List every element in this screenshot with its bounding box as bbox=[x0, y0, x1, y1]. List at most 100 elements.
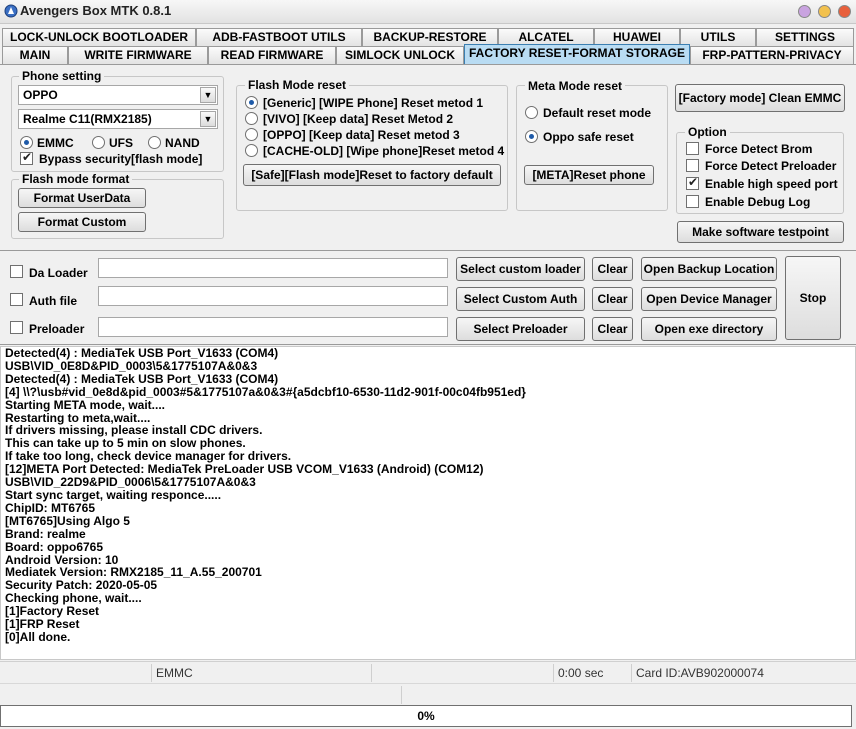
title-bar: Avengers Box MTK 0.8.1 bbox=[0, 0, 856, 24]
log-line: [1]Factory Reset bbox=[5, 604, 100, 619]
format-userdata-button[interactable]: Format UserData bbox=[18, 188, 146, 208]
nand-radio[interactable] bbox=[148, 136, 161, 149]
select-preloader-button[interactable]: Select Preloader bbox=[456, 317, 585, 341]
enable-high-speed-port-checkbox[interactable] bbox=[686, 175, 699, 190]
tab-write-firmware[interactable]: WRITE FIRMWARE bbox=[68, 46, 208, 64]
open-device-manager-button[interactable]: Open Device Manager bbox=[641, 287, 777, 311]
model-value: Realme C11(RMX2185) bbox=[23, 112, 152, 126]
emmc-radio[interactable] bbox=[20, 136, 33, 149]
force-detect-brom-checkbox[interactable] bbox=[686, 142, 699, 155]
log-line: [MT6765]Using Algo 5 bbox=[5, 513, 130, 528]
ufs-label: UFS bbox=[109, 136, 133, 150]
oppo-safe-reset-radio[interactable] bbox=[525, 130, 538, 143]
stop-button[interactable]: Stop bbox=[785, 256, 841, 340]
progress-label: 0% bbox=[417, 709, 435, 723]
chevron-down-icon: ▼ bbox=[200, 111, 216, 127]
enable-high-speed-port-label: Enable high speed port bbox=[705, 177, 838, 191]
select-custom-auth-button[interactable]: Select Custom Auth bbox=[456, 287, 585, 311]
tab-row-bottom: MAIN WRITE FIRMWARE READ FIRMWARE SIMLOC… bbox=[0, 44, 856, 64]
tab-utils[interactable]: UTILS bbox=[680, 28, 756, 46]
status-card-id: Card ID:AVB902000074 bbox=[636, 666, 764, 680]
open-backup-location-button[interactable]: Open Backup Location bbox=[641, 257, 777, 281]
log-line: Starting META mode, wait.... bbox=[5, 397, 166, 412]
minimize-icon[interactable] bbox=[798, 5, 811, 18]
model-select[interactable]: Realme C11(RMX2185) ▼ bbox=[18, 109, 218, 129]
status-time: 0:00 sec bbox=[554, 664, 632, 682]
log-line: Start sync target, waiting responce..... bbox=[5, 487, 222, 502]
reset-method-1-radio[interactable] bbox=[245, 96, 258, 109]
meta-mode-reset-title: Meta Mode reset bbox=[525, 79, 626, 93]
preloader-label: Preloader bbox=[29, 322, 85, 336]
reset-method-4-radio[interactable] bbox=[245, 144, 258, 157]
tab-simlock-unlock[interactable]: SIMLOCK UNLOCK bbox=[336, 46, 464, 64]
da-loader-label: Da Loader bbox=[29, 266, 88, 280]
status-bar: EMMC 0:00 sec Card ID:AVB902000074 bbox=[0, 661, 856, 683]
clear-auth-file-button[interactable]: Clear bbox=[592, 287, 633, 311]
status-storage: EMMC bbox=[152, 664, 372, 682]
log-line: [0]All done. bbox=[5, 629, 71, 644]
da-loader-checkbox[interactable] bbox=[10, 265, 23, 278]
select-custom-loader-button[interactable]: Select custom loader bbox=[456, 257, 585, 281]
reset-method-2-radio[interactable] bbox=[245, 112, 258, 125]
bypass-security-label: Bypass security[flash mode] bbox=[39, 152, 203, 166]
status-cell-empty bbox=[0, 686, 402, 704]
tab-factory-reset-format-storage[interactable]: FACTORY RESET-FORMAT STORAGE bbox=[464, 44, 690, 64]
bypass-security-checkbox[interactable] bbox=[20, 150, 33, 165]
app-icon bbox=[4, 4, 18, 18]
window-title: Avengers Box MTK 0.8.1 bbox=[20, 3, 172, 18]
nand-label: NAND bbox=[165, 136, 200, 150]
status-cell-empty bbox=[372, 664, 554, 682]
log-line: [1]FRP Reset bbox=[5, 617, 80, 632]
log-line: ChipID: MT6765 bbox=[5, 500, 96, 515]
tab-read-firmware[interactable]: READ FIRMWARE bbox=[208, 46, 336, 64]
tab-frp-pattern-privacy[interactable]: FRP-PATTERN-PRIVACY bbox=[690, 46, 854, 64]
make-software-testpoint-button[interactable]: Make software testpoint bbox=[677, 221, 844, 243]
option-title: Option bbox=[685, 125, 730, 139]
force-detect-preloader-checkbox[interactable] bbox=[686, 159, 699, 172]
default-reset-mode-radio[interactable] bbox=[525, 106, 538, 119]
emmc-label: EMMC bbox=[37, 136, 74, 150]
log-line: [4] \\?\usb#vid_0e8d&pid_0003#5&1775107a… bbox=[5, 384, 526, 399]
maximize-icon[interactable] bbox=[818, 5, 831, 18]
tab-main[interactable]: MAIN bbox=[2, 46, 68, 64]
factory-clean-emmc-button[interactable]: [Factory mode] Clean EMMC bbox=[675, 84, 845, 112]
tab-lock-unlock-bootloader[interactable]: LOCK-UNLOCK BOOTLOADER bbox=[2, 28, 196, 46]
tab-settings[interactable]: SETTINGS bbox=[756, 28, 854, 46]
status-cell-empty bbox=[0, 664, 152, 682]
flash-mode-reset-title: Flash Mode reset bbox=[245, 78, 350, 92]
preloader-path-input[interactable] bbox=[98, 317, 448, 337]
close-icon[interactable] bbox=[838, 5, 851, 18]
format-custom-button[interactable]: Format Custom bbox=[18, 212, 146, 232]
log-line: Detected(4) : MediaTek USB Port_V1633 (C… bbox=[5, 346, 279, 360]
auth-file-path-input[interactable] bbox=[98, 286, 448, 306]
loader-section: Da Loader Select custom loader Clear Ope… bbox=[0, 250, 856, 345]
reset-method-2-label: [VIVO] [Keep data] Reset Metod 2 bbox=[263, 112, 454, 126]
force-detect-preloader-label: Force Detect Preloader bbox=[705, 159, 837, 173]
chevron-down-icon: ▼ bbox=[200, 87, 216, 103]
status-bar-secondary bbox=[0, 683, 856, 704]
meta-mode-reset-group bbox=[516, 85, 668, 211]
clear-preloader-button[interactable]: Clear bbox=[592, 317, 633, 341]
safe-reset-factory-button[interactable]: [Safe][Flash mode]Reset to factory defau… bbox=[243, 164, 501, 186]
phone-setting-title: Phone setting bbox=[19, 69, 105, 83]
reset-method-3-label: [OPPO] [Keep data] Reset metod 3 bbox=[263, 128, 460, 142]
brand-select[interactable]: OPPO ▼ bbox=[18, 85, 218, 105]
progress-bar: 0% bbox=[0, 705, 852, 727]
tab-adb-fastboot-utils[interactable]: ADB-FASTBOOT UTILS bbox=[196, 28, 362, 46]
auth-file-label: Auth file bbox=[29, 294, 77, 308]
ufs-radio[interactable] bbox=[92, 136, 105, 149]
enable-debug-log-checkbox[interactable] bbox=[686, 195, 699, 208]
oppo-safe-reset-label: Oppo safe reset bbox=[543, 130, 634, 144]
preloader-checkbox[interactable] bbox=[10, 321, 23, 334]
meta-reset-phone-button[interactable]: [META]Reset phone bbox=[524, 165, 654, 185]
reset-method-4-label: [CACHE-OLD] [Wipe phone]Reset metod 4 bbox=[263, 144, 505, 158]
log-output[interactable]: Detected(4) : MediaTek USB Port_V1633 (C… bbox=[0, 346, 856, 660]
auth-file-checkbox[interactable] bbox=[10, 293, 23, 306]
da-loader-path-input[interactable] bbox=[98, 258, 448, 278]
log-line: Checking phone, wait.... bbox=[5, 591, 142, 606]
open-exe-directory-button[interactable]: Open exe directory bbox=[641, 317, 777, 341]
clear-da-loader-button[interactable]: Clear bbox=[592, 257, 633, 281]
log-line: Board: oppo6765 bbox=[5, 539, 104, 554]
reset-method-3-radio[interactable] bbox=[245, 128, 258, 141]
enable-debug-log-label: Enable Debug Log bbox=[705, 195, 811, 209]
